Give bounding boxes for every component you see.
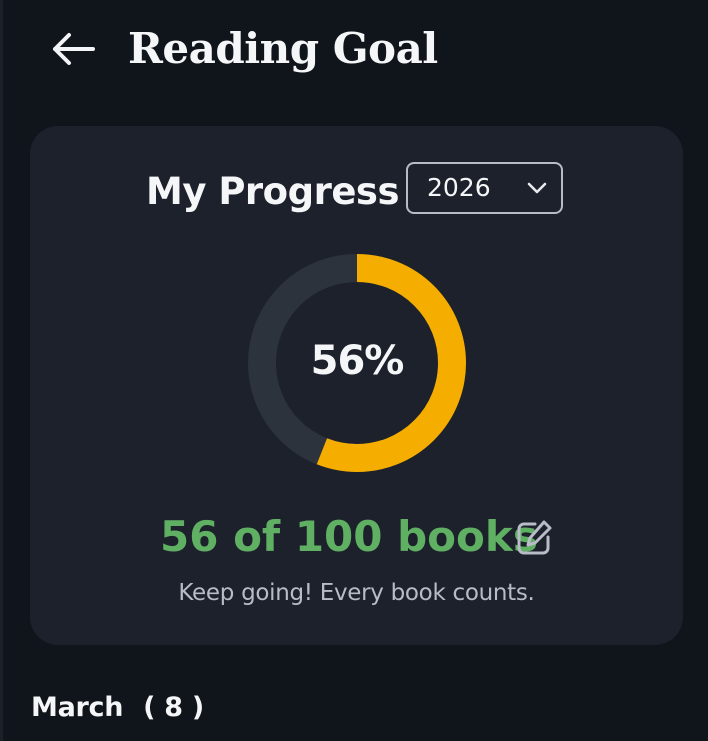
edit-goal-button[interactable] xyxy=(514,518,554,558)
window-edge xyxy=(0,0,3,741)
progress-message: Keep going! Every book counts. xyxy=(178,580,535,606)
page-title: Reading Goal xyxy=(128,24,438,73)
progress-card: My Progress 2026 56% 56 of 100 books Kee… xyxy=(30,126,683,645)
progress-percent: 56% xyxy=(310,338,405,384)
header: Reading Goal xyxy=(0,0,708,100)
month-count: ( 8 ) xyxy=(143,692,204,723)
edit-icon xyxy=(517,520,552,555)
progress-card-title: My Progress xyxy=(146,170,399,213)
year-select-value: 2026 xyxy=(427,173,491,202)
month-label: March xyxy=(31,692,124,723)
books-progress-text: 56 of 100 books xyxy=(160,512,538,561)
arrow-left-icon xyxy=(53,33,95,65)
month-section-header[interactable]: March ( 8 ) xyxy=(31,690,204,726)
year-select[interactable]: 2026 xyxy=(406,162,563,214)
chevron-down-icon xyxy=(527,182,547,194)
back-button[interactable] xyxy=(44,26,102,72)
